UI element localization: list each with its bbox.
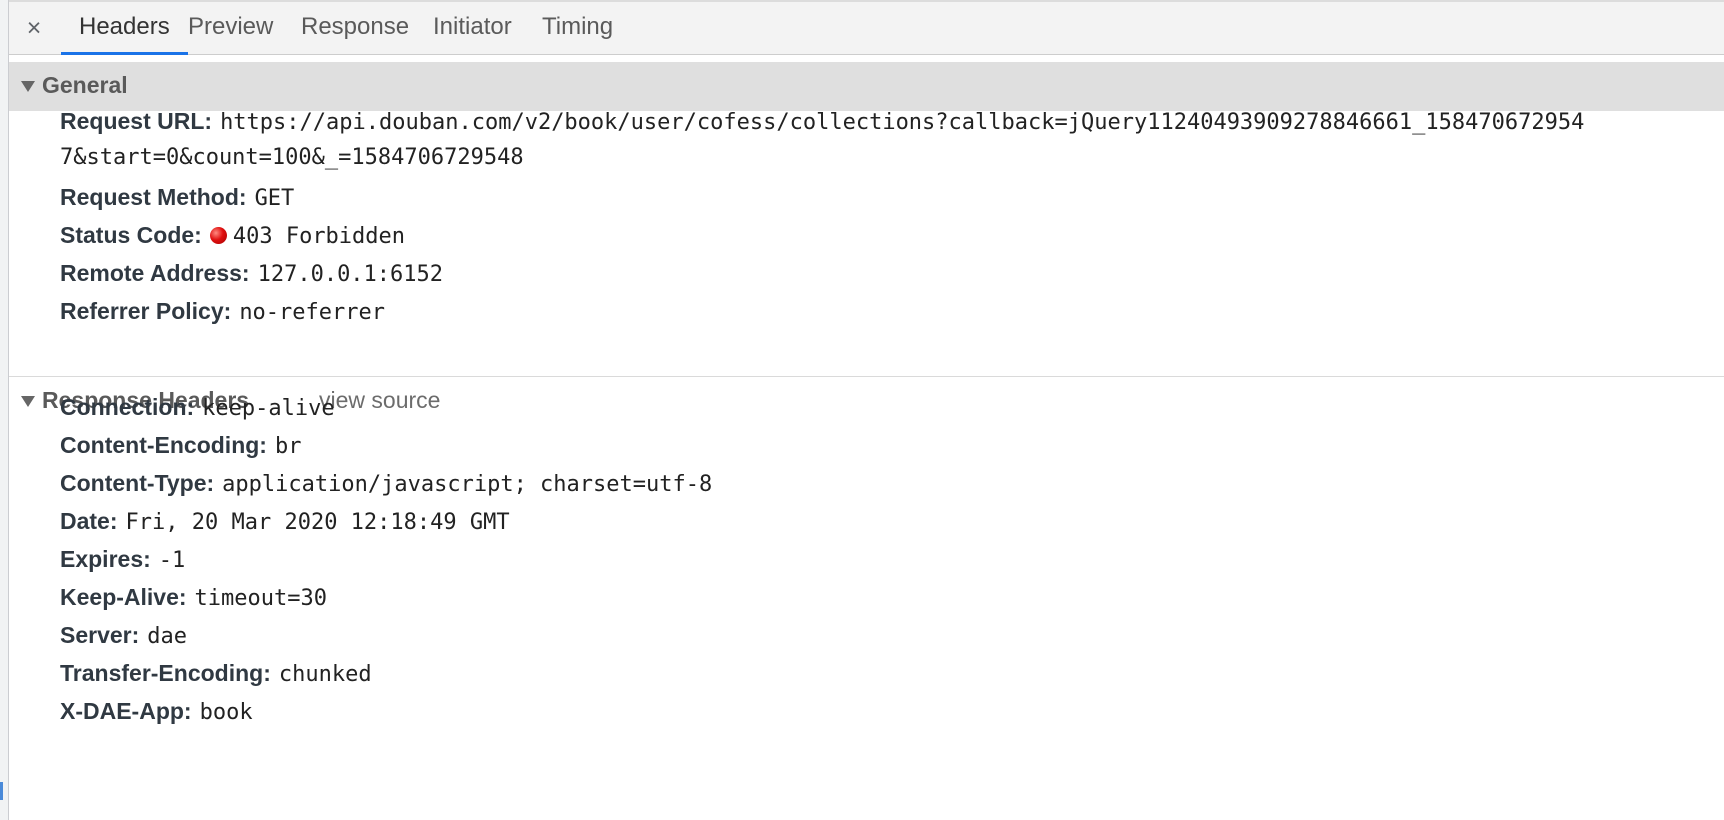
header-key: Date: (60, 508, 118, 534)
remote-address-key: Remote Address: (60, 260, 250, 286)
general-title: General (42, 72, 128, 98)
header-value: chunked (278, 662, 372, 687)
header-key: Content-Encoding: (60, 432, 267, 458)
header-row: Server: dae (60, 622, 187, 649)
request-url-value: https://api.douban.com/v2/book/user/cofe… (220, 110, 1585, 135)
general-section-header[interactable]: General (9, 62, 1724, 111)
header-key: Transfer-Encoding: (60, 660, 271, 686)
tab-headers[interactable]: Headers (61, 2, 188, 55)
header-key: Connection: (60, 394, 195, 420)
header-key: Server: (60, 622, 140, 648)
remote-address-row: Remote Address: 127.0.0.1:6152 (60, 260, 443, 287)
header-row: Connection: keep-alive (60, 394, 335, 421)
status-code-row: Status Code: 403 Forbidden (60, 222, 405, 249)
view-source-link[interactable]: view source (319, 387, 440, 414)
header-value: dae (147, 624, 188, 649)
tab-initiator[interactable]: Initiator (433, 2, 512, 55)
header-row: X-DAE-App: book (60, 698, 253, 725)
tab-bar: × Headers Preview Response Initiator Tim… (9, 0, 1724, 55)
header-row: Content-Encoding: br (60, 432, 301, 459)
header-value: keep-alive (202, 396, 335, 421)
header-value: Fri, 20 Mar 2020 12:18:49 GMT (125, 510, 510, 535)
header-value: book (199, 700, 253, 725)
header-row: Content-Type: application/javascript; cha… (60, 470, 712, 497)
header-row: Date: Fri, 20 Mar 2020 12:18:49 GMT (60, 508, 510, 535)
remote-address-value: 127.0.0.1:6152 (257, 262, 444, 287)
collapse-triangle-icon[interactable] (21, 396, 35, 407)
header-value: timeout=30 (194, 586, 327, 611)
header-value: application/javascript; charset=utf-8 (222, 472, 713, 497)
header-value: br (274, 434, 302, 459)
header-key: X-DAE-App: (60, 698, 192, 724)
request-method-value: GET (254, 186, 295, 211)
request-details-panel: × Headers Preview Response Initiator Tim… (9, 0, 1724, 820)
request-url-value-continued: 7&start=0&count=100&_=1584706729548 (60, 145, 524, 170)
request-url-row: Request URL: https://api.douban.com/v2/bo… (60, 108, 1584, 135)
left-panel-edge (0, 0, 9, 820)
referrer-policy-key: Referrer Policy: (60, 298, 232, 324)
referrer-policy-value: no-referrer (239, 300, 386, 325)
tab-preview[interactable]: Preview (188, 2, 273, 55)
status-error-dot-icon (209, 227, 227, 244)
status-code-value: 403 Forbidden (232, 224, 406, 249)
header-key: Expires: (60, 546, 151, 572)
selection-marker (0, 782, 3, 800)
tab-timing[interactable]: Timing (542, 2, 613, 55)
request-method-key: Request Method: (60, 184, 247, 210)
referrer-policy-row: Referrer Policy: no-referrer (60, 298, 385, 325)
request-method-row: Request Method: GET (60, 184, 294, 211)
header-row: Transfer-Encoding: chunked (60, 660, 372, 687)
header-key: Content-Type: (60, 470, 215, 496)
header-row: Expires: -1 (60, 546, 185, 573)
header-row: Keep-Alive: timeout=30 (60, 584, 327, 611)
request-url-key: Request URL: (60, 108, 213, 134)
status-code-key: Status Code: (60, 222, 202, 248)
collapse-triangle-icon[interactable] (21, 81, 35, 92)
header-key: Keep-Alive: (60, 584, 187, 610)
tab-response[interactable]: Response (301, 2, 409, 55)
close-icon[interactable]: × (22, 14, 46, 42)
header-value: -1 (158, 548, 186, 573)
